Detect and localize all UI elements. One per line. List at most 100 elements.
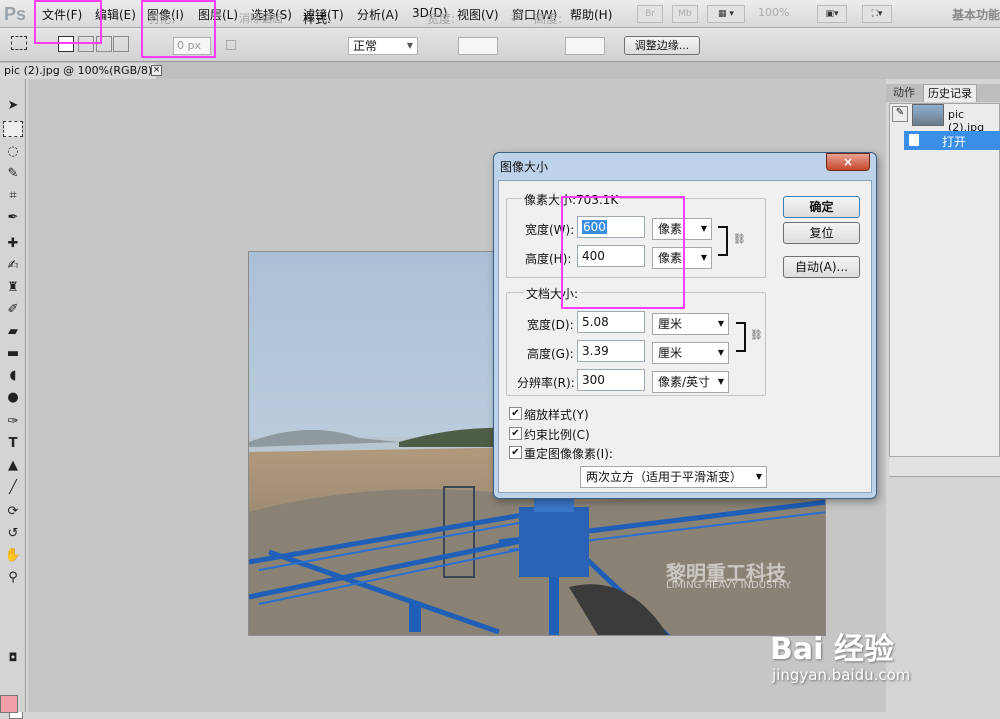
resample-method-select[interactable]: 两次立方（适用于平滑渐变） ▼ (580, 466, 767, 488)
blur-tool-icon[interactable]: ◖ (3, 367, 23, 385)
doc-width-unit-select[interactable]: 厘米 ▼ (652, 313, 729, 335)
doc-width-unit: 厘米 (658, 317, 683, 331)
height-label: 高度: (534, 12, 563, 26)
resample-checkbox[interactable]: ✔ (509, 446, 522, 459)
doc-link-bracket (736, 322, 746, 352)
refine-edge-button[interactable]: 调整边缘... (624, 36, 700, 55)
crop-tool-icon[interactable]: ⌗ (3, 187, 23, 205)
pen-tool-icon[interactable]: ✑ (3, 413, 23, 431)
highlight-image-menu (141, 0, 216, 58)
menu-help[interactable]: 帮助(H) (570, 6, 612, 23)
clone-stamp-icon[interactable]: ♜ (3, 279, 23, 297)
chain-link-icon: ⛓ (733, 234, 746, 245)
swap-icon[interactable]: ⇄ (511, 10, 521, 24)
history-state-label: 打开 (942, 135, 967, 149)
chevron-down-icon: ▼ (717, 348, 724, 357)
marquee-tool-icon[interactable] (11, 36, 27, 50)
lasso-tool-icon[interactable]: ◌ (3, 143, 23, 161)
document-tab[interactable]: pic (2).jpg @ 100%(RGB/8) (0, 63, 157, 79)
chevron-down-icon: ▼ (755, 472, 762, 481)
history-brush-icon[interactable]: ✐ (3, 301, 23, 319)
close-tab-icon[interactable]: × (151, 65, 162, 76)
menu-view[interactable]: 视图(V) (457, 6, 499, 23)
highlight-file-menu (34, 0, 102, 44)
quick-mask-icon[interactable]: ◘ (3, 649, 23, 667)
workspace-label[interactable]: 基本功能 (952, 6, 1000, 23)
marquee-tool-icon[interactable] (3, 121, 23, 137)
app-logo: Ps (4, 4, 27, 24)
highlight-pixel-fields (561, 196, 685, 309)
doc-height-label: 高度(G): (527, 347, 574, 361)
antialias-label: 消除锯齿 (239, 12, 283, 25)
height-input[interactable] (565, 37, 605, 55)
constrain-checkbox[interactable]: ✔ (509, 427, 522, 440)
line-tool-icon[interactable]: ╱ (3, 479, 23, 497)
resample-method-value: 两次立方（适用于平滑渐变） (586, 470, 743, 484)
move-tool-icon[interactable]: ➤ (3, 97, 23, 115)
3d-rotate-icon[interactable]: ⟳ (3, 503, 23, 521)
dialog-close-button[interactable]: × (826, 153, 870, 171)
dodge-tool-icon[interactable]: ● (3, 389, 23, 407)
chevron-down-icon: ▼ (406, 41, 413, 50)
history-panel (889, 103, 1000, 477)
pixel-link-bracket (718, 226, 728, 256)
menu-analysis[interactable]: 分析(A) (357, 6, 399, 23)
bridge-button[interactable]: Br (637, 5, 663, 23)
reset-button[interactable]: 复位 (783, 222, 860, 244)
panel-footer (889, 456, 1000, 476)
watermark-url: jingyan.baidu.com (772, 666, 911, 684)
toolbox: ➤ ◌ ✎ ⌗ ✒ ✚ ✍ ♜ ✐ ▰ ▬ ◖ ● ✑ T ▲ ╱ ⟳ ↺ ✋ … (0, 79, 26, 719)
antialias-checkbox[interactable] (226, 40, 236, 50)
scale-styles-checkbox[interactable]: ✔ (509, 407, 522, 420)
resolution-input[interactable]: 300 (577, 369, 645, 391)
width-label: 宽度: (427, 12, 456, 26)
zoom-level[interactable]: 100% (758, 6, 789, 19)
eraser-tool-icon[interactable]: ▰ (3, 323, 23, 341)
minibridge-button[interactable]: Mb (672, 5, 698, 23)
type-tool-icon[interactable]: T (3, 435, 23, 453)
arrange-dropdown[interactable]: ▣▾ (817, 5, 847, 23)
resolution-unit-select[interactable]: 像素/英寸 ▼ (652, 371, 729, 393)
zoom-tool-icon[interactable]: ⚲ (3, 569, 23, 587)
resolution-label: 分辨率(R): (517, 376, 575, 390)
resolution-unit: 像素/英寸 (658, 375, 711, 389)
dialog-title: 图像大小 (500, 160, 549, 174)
gradient-tool-icon[interactable]: ▬ (3, 345, 23, 363)
screen-mode-dropdown[interactable]: ⛶▾ (862, 5, 892, 23)
snapshot-thumbnail[interactable] (912, 104, 944, 126)
auto-button[interactable]: 自动(A)... (783, 256, 860, 278)
chevron-down-icon: ▼ (717, 319, 724, 328)
history-brush-source-icon[interactable]: ✎ (892, 106, 908, 122)
constrain-label: 约束比例(C) (524, 428, 590, 442)
width-input[interactable] (458, 37, 498, 55)
quick-select-icon[interactable]: ✎ (3, 165, 23, 183)
doc-height-unit-select[interactable]: 厘米 ▼ (652, 342, 729, 364)
watermark-company-en: LIMING HEAVY INDUSTRY (666, 580, 791, 591)
doc-width-input[interactable]: 5.08 (577, 311, 645, 333)
doc-width-label: 宽度(D): (527, 318, 574, 332)
chevron-down-icon: ▼ (700, 253, 707, 262)
intersect-selection-icon[interactable] (113, 36, 129, 52)
3d-orbit-icon[interactable]: ↺ (3, 525, 23, 543)
path-select-icon[interactable]: ▲ (3, 457, 23, 475)
extras-dropdown[interactable]: ▦ ▾ (707, 5, 745, 23)
ok-button[interactable]: 确定 (783, 196, 860, 218)
doc-height-unit: 厘米 (658, 346, 683, 360)
eyedropper-icon[interactable]: ✒ (3, 209, 23, 227)
style-select[interactable]: 正常 ▼ (348, 37, 418, 55)
style-label: 样式: (303, 12, 332, 26)
chain-link-icon: ⛓ (750, 330, 763, 341)
chevron-down-icon: ▼ (717, 377, 724, 386)
chevron-down-icon: ▼ (700, 224, 707, 233)
tab-actions[interactable]: 动作 (889, 84, 919, 102)
foreground-color-swatch[interactable] (0, 695, 18, 713)
hand-tool-icon[interactable]: ✋ (3, 547, 23, 565)
doc-height-input[interactable]: 3.39 (577, 340, 645, 362)
brush-tool-icon[interactable]: ✍ (3, 257, 23, 275)
scale-styles-label: 缩放样式(Y) (524, 408, 589, 422)
tab-history[interactable]: 历史记录 (923, 84, 977, 102)
resample-label: 重定图像像素(I): (524, 447, 613, 461)
history-state-open[interactable]: 打开 (904, 131, 1000, 150)
healing-brush-icon[interactable]: ✚ (3, 235, 23, 253)
history-state-icon (909, 134, 919, 146)
